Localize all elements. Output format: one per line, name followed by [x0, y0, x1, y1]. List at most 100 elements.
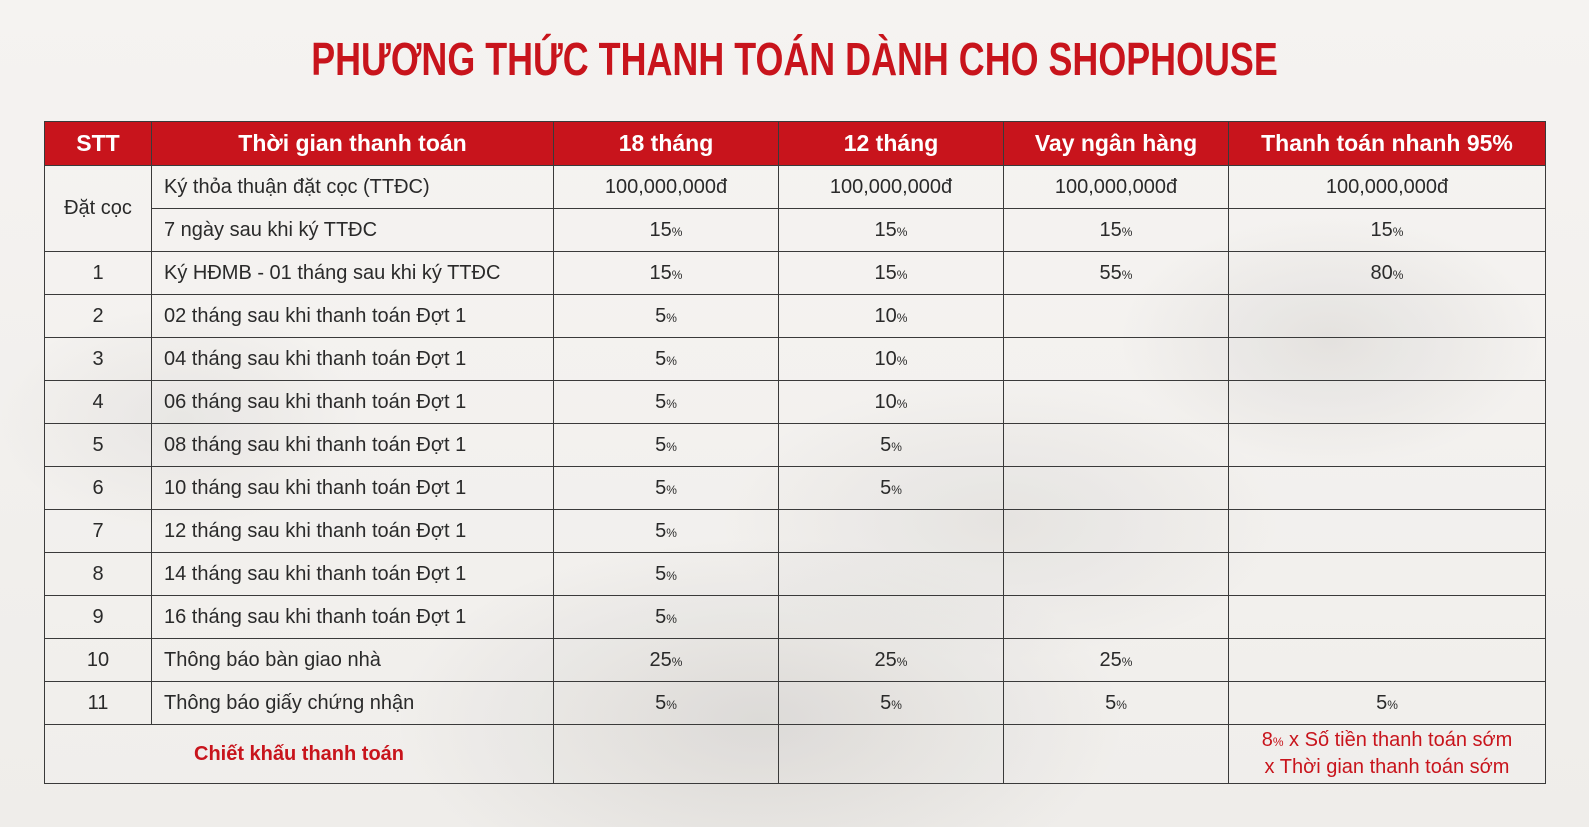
cell-fast-payment [1228, 509, 1546, 553]
percent-sign: % [1121, 267, 1133, 282]
cell-12-months [778, 509, 1004, 553]
cell-value: 5 [655, 605, 667, 628]
deposit-label: Đặt cọc [44, 165, 152, 252]
cell-18-months [553, 724, 779, 784]
row-desc: 04 tháng sau khi thanh toán Đợt 1 [151, 337, 554, 381]
row-desc: Ký HĐMB - 01 tháng sau khi ký TTĐC [151, 251, 554, 295]
header-fast-payment: Thanh toán nhanh 95% [1228, 121, 1546, 166]
cell-fast-payment [1228, 380, 1546, 424]
cell-value: 5 [655, 304, 667, 327]
percent-sign: % [666, 568, 677, 583]
table-row-discount: Chiết khấu thanh toán 8% x Số tiền thanh… [44, 724, 1546, 784]
cell-fast-payment [1228, 423, 1546, 467]
row-stt: 11 [44, 681, 152, 725]
row-stt: 5 [44, 423, 152, 467]
table-header-row: STT Thời gian thanh toán 18 tháng 12 thá… [44, 121, 1546, 166]
row-stt: 4 [44, 380, 152, 424]
cell-12-months: 25% [778, 638, 1004, 682]
percent-sign: % [896, 267, 908, 282]
row-desc: 16 tháng sau khi thanh toán Đợt 1 [151, 595, 554, 639]
cell-12-months: 10% [778, 337, 1004, 381]
cell-fast-payment: 100,000,000đ [1228, 165, 1546, 209]
cell-bank-loan [1003, 294, 1229, 338]
percent-sign: % [666, 396, 677, 411]
percent-sign: % [1392, 224, 1404, 239]
percent-sign: % [896, 310, 908, 325]
cell-fast-payment [1228, 638, 1546, 682]
cell-fast-payment [1228, 552, 1546, 596]
percent-sign: % [896, 654, 908, 669]
percent-sign: % [896, 224, 908, 239]
cell-18-months: 100,000,000đ [553, 165, 779, 209]
cell-18-months: 5% [553, 681, 779, 725]
header-bank-loan: Vay ngân hàng [1003, 121, 1229, 166]
cell-value: 55 [1099, 261, 1122, 284]
row-desc: 12 tháng sau khi thanh toán Đợt 1 [151, 509, 554, 553]
table-row: 3 04 tháng sau khi thanh toán Đợt 1 5% 10% [44, 337, 1546, 381]
header-18-months: 18 tháng [553, 121, 779, 166]
header-12-months: 12 tháng [778, 121, 1004, 166]
cell-bank-loan: 100,000,000đ [1003, 165, 1229, 209]
percent-sign: % [666, 697, 677, 712]
cell-fast-payment [1228, 337, 1546, 381]
cell-value: 5 [655, 562, 667, 585]
cell-bank-loan [1003, 509, 1229, 553]
percent-sign: % [891, 482, 902, 497]
cell-fast-payment [1228, 294, 1546, 338]
row-stt: 6 [44, 466, 152, 510]
percent-sign: % [891, 439, 902, 454]
cell-18-months: 5% [553, 423, 779, 467]
payment-schedule-table: STT Thời gian thanh toán 18 tháng 12 thá… [44, 121, 1546, 784]
row-desc: Thông báo bàn giao nhà [151, 638, 554, 682]
cell-12-months: 100,000,000đ [778, 165, 1004, 209]
cell-bank-loan [1003, 466, 1229, 510]
cell-bank-loan: 5% [1003, 681, 1229, 725]
cell-value: 25 [874, 648, 897, 671]
cell-12-months: 5% [778, 681, 1004, 725]
row-desc: 06 tháng sau khi thanh toán Đợt 1 [151, 380, 554, 424]
percent-sign: % [1121, 654, 1133, 669]
cell-bank-loan [1003, 552, 1229, 596]
row-desc: 10 tháng sau khi thanh toán Đợt 1 [151, 466, 554, 510]
cell-fast-payment: 15% [1228, 208, 1546, 252]
table-row: 7 12 tháng sau khi thanh toán Đợt 1 5% [44, 509, 1546, 553]
table-row: 11 Thông báo giấy chứng nhận 5% 5% 5% 5% [44, 681, 1546, 725]
row-desc: 7 ngày sau khi ký TTĐC [151, 208, 554, 252]
row-stt: 1 [44, 251, 152, 295]
cell-12-months [778, 595, 1004, 639]
header-stt: STT [44, 121, 152, 166]
percent-sign: % [896, 396, 908, 411]
cell-value: 15 [874, 261, 897, 284]
cell-18-months: 5% [553, 552, 779, 596]
cell-12-months: 15% [778, 208, 1004, 252]
table-row: 1 Ký HĐMB - 01 tháng sau khi ký TTĐC 15% 15… [44, 251, 1546, 295]
cell-value: 5 [655, 433, 667, 456]
cell-value: 15 [649, 218, 672, 241]
cell-value: 5 [1376, 691, 1388, 714]
percent-sign: % [666, 439, 677, 454]
cell-value: 25 [649, 648, 672, 671]
cell-fast-payment: 80% [1228, 251, 1546, 295]
table-row: 4 06 tháng sau khi thanh toán Đợt 1 5% 10% [44, 380, 1546, 424]
table-row: 2 02 tháng sau khi thanh toán Đợt 1 5% 10% [44, 294, 1546, 338]
percent-sign: % [1392, 267, 1404, 282]
discount-label: Chiết khấu thanh toán [44, 724, 554, 784]
cell-value: 5 [655, 347, 667, 370]
row-desc: 02 tháng sau khi thanh toán Đợt 1 [151, 294, 554, 338]
row-stt: 7 [44, 509, 152, 553]
cell-bank-loan [1003, 423, 1229, 467]
table-row: 6 10 tháng sau khi thanh toán Đợt 1 5% 5% [44, 466, 1546, 510]
cell-bank-loan [1003, 595, 1229, 639]
percent-sign: % [891, 697, 902, 712]
cell-12-months [778, 552, 1004, 596]
percent-sign: % [671, 224, 683, 239]
cell-value: 5 [880, 433, 892, 456]
cell-18-months: 5% [553, 337, 779, 381]
cell-value: 80 [1370, 261, 1393, 284]
cell-value: 5 [655, 476, 667, 499]
cell-value: 5 [1105, 691, 1117, 714]
cell-12-months: 15% [778, 251, 1004, 295]
cell-12-months: 5% [778, 466, 1004, 510]
page-title: PHƯƠNG THỨC THANH TOÁN DÀNH CHO SHOPHOUS… [311, 33, 1278, 85]
cell-bank-loan [1003, 380, 1229, 424]
